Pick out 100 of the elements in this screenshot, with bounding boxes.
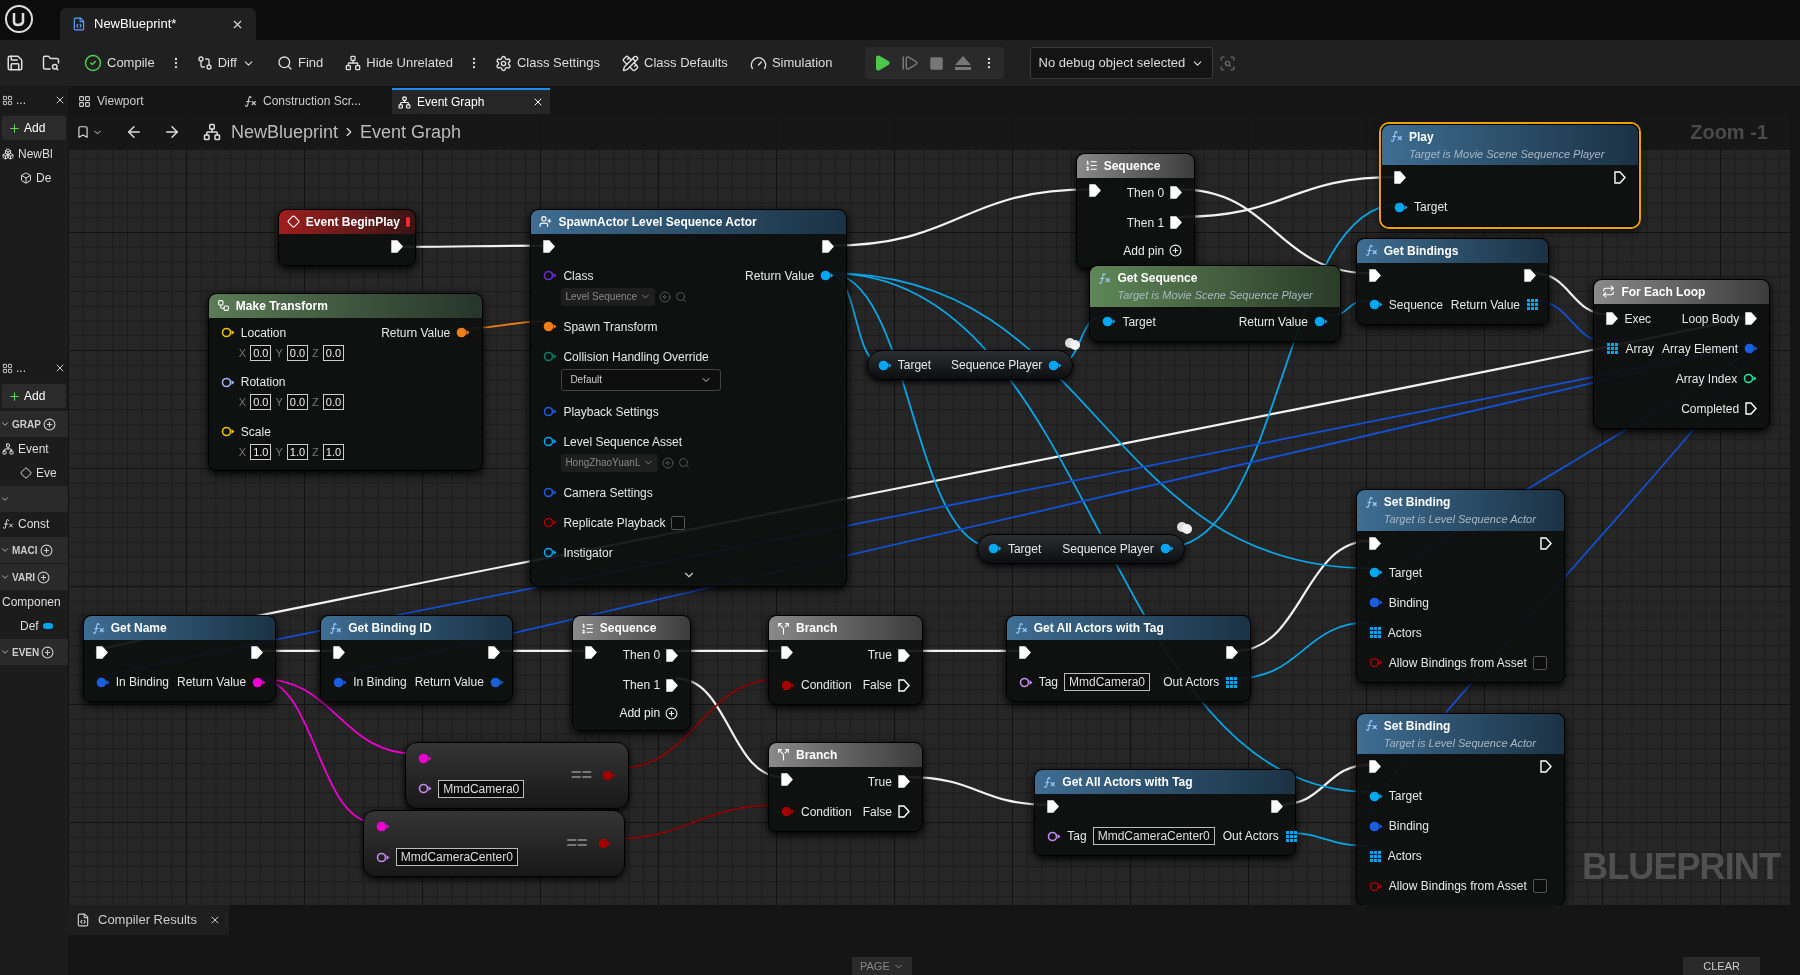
exec-pin[interactable] — [1368, 536, 1381, 550]
exec-pin[interactable] — [1606, 312, 1619, 326]
section-header[interactable]: VARI — [0, 564, 68, 590]
tree-item[interactable]: De — [0, 166, 68, 190]
exec-pin[interactable] — [1523, 268, 1536, 282]
delegate-pin-icon[interactable] — [405, 216, 410, 227]
exec-pin[interactable] — [1745, 312, 1758, 326]
blueprint-node[interactable]: Play Target is Movie Scene Sequence Player Target — [1381, 123, 1640, 228]
exec-pin[interactable] — [822, 239, 835, 253]
data-pin[interactable] — [543, 436, 558, 448]
value-field[interactable]: 1.0 — [322, 444, 345, 460]
plus-icon[interactable] — [41, 645, 55, 659]
data-pin[interactable] — [418, 783, 433, 795]
add-pin-button[interactable]: Add pin — [619, 704, 679, 723]
plus-icon[interactable] — [42, 417, 56, 431]
getter-node[interactable]: Target Sequence Player — [866, 350, 1074, 381]
editor-tab[interactable]: Viewport — [72, 88, 230, 114]
array-pin[interactable] — [1368, 626, 1382, 640]
value-field[interactable]: 1.0 — [250, 444, 272, 460]
exec-pin[interactable] — [1088, 183, 1101, 197]
toolbar-button[interactable]: Class Settings — [486, 47, 609, 79]
breadcrumb-link[interactable]: NewBlueprint — [231, 118, 339, 146]
blueprint-node[interactable]: Make Transform Location X 0.0 Y 0.0 Z 0.0 Return Value Rotation X 0.0 Y 0.0 Z 0.0 Scale X 1.0 Y 1.0 Z 1.0 — [207, 292, 484, 472]
close-icon[interactable] — [54, 362, 66, 374]
value-field[interactable]: 0.0 — [286, 394, 309, 411]
toolbar-button[interactable]: Simulation — [741, 47, 841, 79]
save-icon[interactable] — [6, 54, 24, 72]
exec-pin[interactable] — [95, 646, 108, 660]
data-pin[interactable] — [1368, 567, 1383, 579]
toolbar-button[interactable]: Compile — [76, 47, 163, 79]
data-pin[interactable] — [820, 270, 835, 282]
exec-pin[interactable] — [250, 646, 263, 660]
section-header[interactable]: GRAP — [0, 411, 68, 437]
data-pin[interactable] — [1159, 543, 1174, 555]
exec-pin[interactable] — [390, 239, 403, 253]
exec-pin[interactable] — [781, 646, 793, 660]
exec-pin[interactable] — [1368, 268, 1381, 282]
graph-canvas[interactable] — [68, 114, 1790, 905]
compare-node[interactable]: MmdCameraCenter0 == — [362, 810, 625, 878]
compare-node[interactable]: MmdCamera0 == — [405, 741, 630, 809]
add-pin-button[interactable]: Add pin — [1123, 241, 1183, 260]
document-tab[interactable]: NewBlueprint* — [60, 8, 256, 40]
tree-item[interactable]: Const — [0, 512, 68, 536]
blueprint-node[interactable] — [530, 208, 848, 587]
data-pin[interactable] — [220, 376, 235, 388]
checkbox[interactable] — [1532, 655, 1547, 670]
array-pin[interactable] — [1526, 298, 1539, 312]
blueprint-node[interactable]: For Each Loop Exec Loop Body Array Array Element Array Index Completed — [1593, 278, 1771, 429]
blueprint-node[interactable]: Sequence Then 0 Then 1 Add pin — [1075, 152, 1196, 269]
forward-icon[interactable] — [163, 123, 181, 141]
data-pin[interactable] — [220, 327, 235, 339]
getter-node[interactable]: Target Sequence Player — [976, 533, 1185, 564]
tree-item[interactable]: Event — [0, 437, 68, 461]
section-header[interactable]: EVEN — [0, 639, 68, 665]
exec-pin[interactable] — [897, 678, 910, 692]
exec-pin[interactable] — [1539, 760, 1552, 774]
data-pin[interactable] — [456, 327, 471, 339]
plus-icon[interactable] — [39, 543, 53, 557]
data-pin[interactable] — [1313, 316, 1328, 328]
exec-pin[interactable] — [1368, 760, 1381, 774]
blueprint-node[interactable]: Get Binding ID In Binding Return Value — [320, 615, 514, 703]
exec-pin[interactable] — [1018, 646, 1031, 660]
tree-item[interactable]: NewBl — [0, 142, 68, 166]
text-field[interactable]: MmdCamera0 — [1064, 673, 1151, 692]
data-pin[interactable] — [1743, 373, 1758, 385]
array-pin[interactable] — [1368, 849, 1382, 863]
data-pin[interactable] — [1394, 201, 1409, 213]
editor-tab[interactable]: Event Graph — [392, 88, 550, 114]
data-pin[interactable] — [1048, 359, 1063, 371]
tree-item[interactable]: Componen — [0, 590, 68, 614]
close-icon[interactable] — [532, 96, 544, 108]
array-pin[interactable] — [1225, 675, 1239, 689]
exec-pin[interactable] — [897, 805, 910, 819]
checkbox[interactable] — [671, 515, 686, 530]
blueprint-node[interactable]: Set Binding Target is Level Sequence Actor Target Binding Actors Allow Bindings from Asset — [1355, 712, 1565, 905]
value-field[interactable]: 0.0 — [322, 345, 345, 361]
blueprint-node[interactable]: Set Binding Target is Level Sequence Actor Target Binding Actors Allow Bindings from Asset — [1355, 489, 1565, 683]
text-field[interactable]: MmdCameraCenter0 — [1092, 827, 1215, 846]
blueprint-node[interactable]: Get Sequence Target is Movie Scene Sequence Player Target Return Value — [1089, 265, 1341, 342]
data-pin[interactable] — [1047, 830, 1062, 842]
stop-icon[interactable] — [928, 55, 944, 71]
browse-icon[interactable] — [42, 54, 60, 72]
exec-pin[interactable] — [1394, 171, 1407, 185]
blueprint-node[interactable]: Get Name In Binding Return Value — [82, 615, 276, 703]
checkbox[interactable] — [1532, 879, 1547, 894]
data-pin[interactable] — [543, 321, 558, 333]
editor-tab[interactable]: Construction Scr... — [232, 88, 390, 114]
data-pin[interactable] — [220, 426, 235, 438]
exec-pin[interactable] — [1539, 536, 1552, 550]
blueprint-node[interactable]: Event BeginPlay — [277, 208, 416, 266]
toolbar-button[interactable]: Hide Unrelated — [337, 47, 461, 79]
toolbar-button[interactable]: Class Defaults — [614, 47, 736, 79]
breadcrumb-link[interactable]: Event Graph — [360, 118, 462, 146]
array-pin[interactable] — [1284, 829, 1298, 843]
add-button[interactable]: Add — [2, 384, 66, 408]
array-pin[interactable] — [1606, 342, 1620, 356]
exec-pin[interactable] — [1226, 646, 1239, 660]
asset-dropdown[interactable]: HongZhaoYuanL — [561, 453, 659, 472]
engine-logo[interactable] — [4, 4, 34, 34]
exec-pin[interactable] — [584, 646, 597, 660]
